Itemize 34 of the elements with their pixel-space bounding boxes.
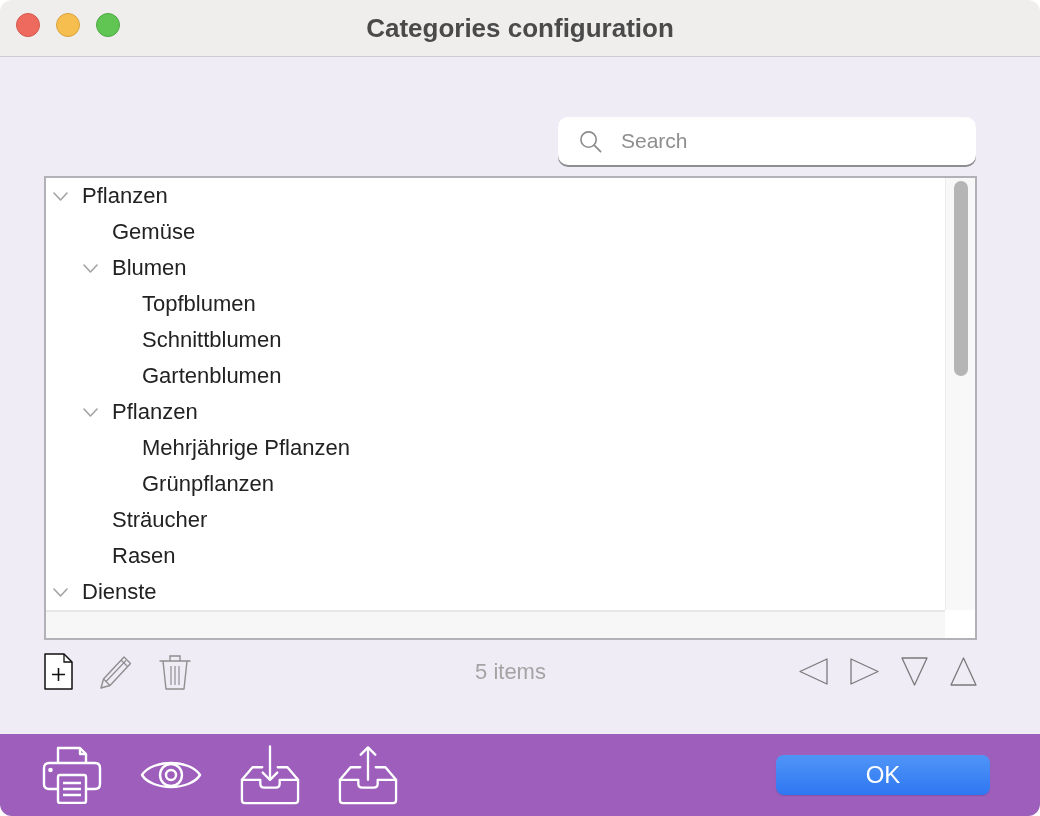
add-document-icon[interactable] [44,653,73,690]
up-triangle-icon[interactable] [950,657,977,686]
tray-download-icon[interactable] [240,745,300,805]
minimize-button[interactable] [56,13,80,37]
search-icon [579,130,602,153]
tree-item[interactable]: Mehrjährige Pflanzen [142,435,350,461]
left-triangle-icon[interactable] [799,658,828,685]
chevron-down-icon[interactable] [53,191,68,201]
tree-item[interactable]: Pflanzen [82,183,168,209]
trash-icon[interactable] [158,653,192,690]
down-triangle-icon[interactable] [901,657,928,686]
tray-upload-icon[interactable] [338,745,398,805]
chevron-down-icon[interactable] [83,407,98,417]
tree-item[interactable]: Blumen [112,255,187,281]
tree-item[interactable]: Rasen [112,543,176,569]
tree-item[interactable]: Dienste [82,579,157,605]
zoom-button[interactable] [96,13,120,37]
scrollbar-thumb[interactable] [954,181,968,376]
tree-item[interactable]: Sträucher [112,507,208,533]
close-button[interactable] [16,13,40,37]
tree-item[interactable]: Gartenblumen [142,363,282,389]
tree-item[interactable]: Schnittblumen [142,327,282,353]
chevron-down-icon[interactable] [83,263,98,273]
tree-item[interactable]: Topfblumen [142,291,256,317]
tree-item[interactable]: Gemüse [112,219,196,245]
printer-icon[interactable] [42,746,102,804]
ok-button[interactable]: OK [776,755,990,795]
chevron-down-icon[interactable] [53,587,68,597]
item-count: 5 items [475,658,546,685]
tree-item[interactable]: Pflanzen [112,399,198,425]
right-triangle-icon[interactable] [850,658,879,685]
window-title: Categories configuration [366,13,674,43]
search-field[interactable]: Search [558,117,976,165]
tree-item[interactable]: Grünpflanzen [142,471,275,497]
